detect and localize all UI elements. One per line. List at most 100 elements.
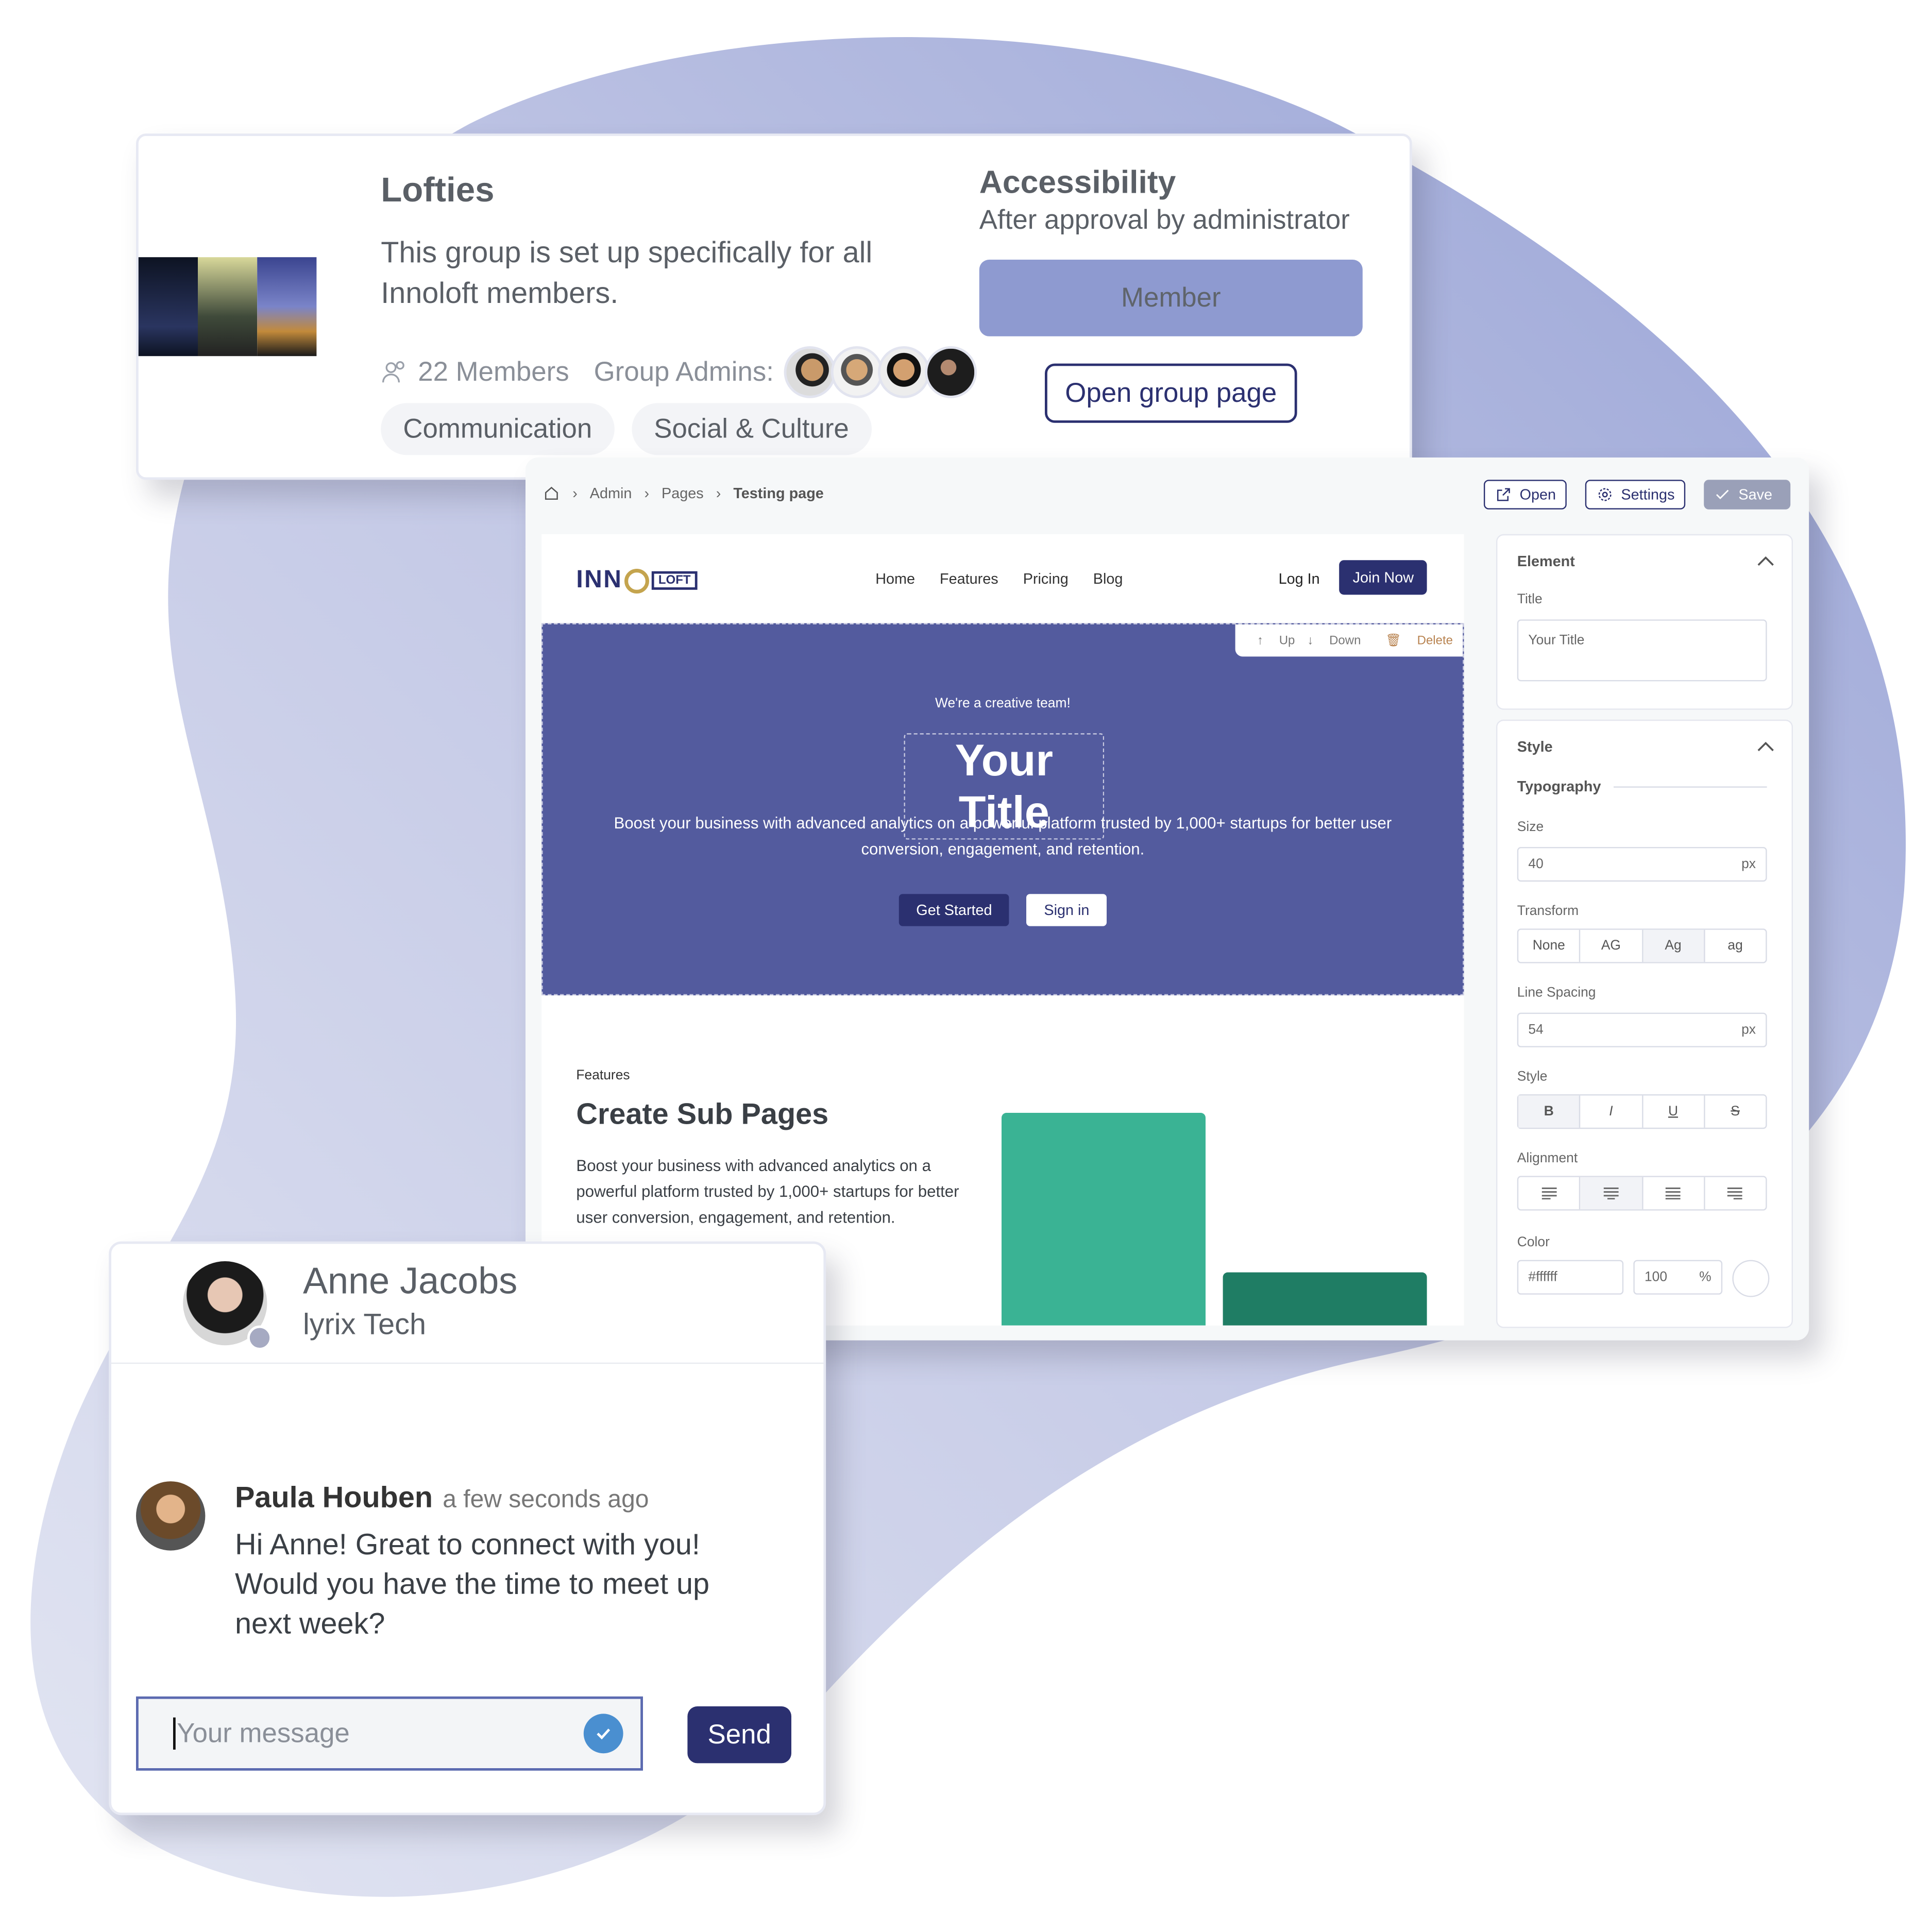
line-spacing-unit: px [1741, 1022, 1756, 1038]
member-button[interactable]: Member [979, 260, 1363, 336]
admin-avatar[interactable] [877, 346, 930, 398]
nav-home[interactable]: Home [875, 570, 915, 587]
gear-icon [1598, 488, 1612, 501]
element-header[interactable]: Element [1517, 553, 1575, 570]
send-button[interactable]: Send [687, 1706, 791, 1764]
transform-lowercase[interactable]: ag [1705, 930, 1766, 962]
check-icon [1716, 489, 1729, 499]
chevron-right-icon: › [644, 484, 650, 502]
style-header[interactable]: Style [1517, 738, 1553, 756]
nav-features[interactable]: Features [940, 570, 998, 587]
admin-avatar[interactable] [924, 346, 977, 398]
message-time: a few seconds ago [443, 1486, 649, 1514]
size-input[interactable]: 40 px [1517, 847, 1767, 882]
transform-capitalize[interactable]: Ag [1642, 929, 1705, 962]
color-hex-input[interactable]: #ffffff [1517, 1260, 1624, 1295]
chevron-up-icon[interactable] [1757, 555, 1774, 568]
nav-pricing[interactable]: Pricing [1023, 570, 1069, 587]
alignment-options [1517, 1176, 1767, 1211]
align-left-button[interactable] [1518, 1177, 1581, 1210]
message-avatar[interactable] [136, 1481, 206, 1551]
italic-button[interactable]: I [1581, 1095, 1643, 1128]
opacity-input[interactable]: 100 % [1633, 1260, 1723, 1295]
size-label: Size [1517, 820, 1544, 835]
transform-options: None AG Ag ag [1517, 928, 1767, 963]
opacity-unit: % [1699, 1269, 1711, 1285]
tag[interactable]: Social & Culture [632, 403, 872, 455]
divider [1614, 786, 1767, 788]
title-label: Title [1517, 592, 1543, 607]
login-link[interactable]: Log In [1279, 570, 1320, 587]
open-group-page-button[interactable]: Open group page [1045, 363, 1297, 423]
external-link-icon [1497, 488, 1510, 501]
message-input[interactable]: Your message [136, 1696, 643, 1771]
align-right-button[interactable] [1705, 1177, 1766, 1209]
save-button[interactable]: Save [1704, 480, 1791, 510]
hero-eyebrow: We're a creative team! [935, 696, 1071, 711]
tag[interactable]: Communication [381, 403, 615, 455]
admin-avatar[interactable] [784, 346, 836, 398]
transform-none[interactable]: None [1518, 929, 1581, 962]
accessibility-title: Accessibility [979, 163, 1176, 200]
site-nav: INN LOFT Home Features Pricing Blog Log … [541, 534, 1464, 623]
breadcrumb-current: Testing page [733, 484, 824, 502]
element-panel: Element Title Your Title [1496, 534, 1793, 710]
members-count-label: 22 Members [418, 356, 569, 387]
style-label: Style [1517, 1070, 1548, 1084]
color-swatch[interactable] [1732, 1260, 1770, 1297]
hero-buttons: Get Started Sign in [543, 894, 1463, 926]
logo-text-left: INN [576, 566, 623, 594]
admin-avatar[interactable] [831, 346, 883, 398]
transform-label: Transform [1517, 904, 1579, 919]
nav-links: Home Features Pricing Blog [875, 570, 1147, 587]
chevron-right-icon: › [716, 484, 721, 502]
check-icon [583, 1714, 623, 1754]
members-count: 22 Members [381, 356, 569, 388]
settings-button[interactable]: Settings [1585, 480, 1686, 510]
breadcrumb-pages[interactable]: Pages [662, 485, 704, 502]
title-input[interactable]: Your Title [1517, 619, 1767, 682]
feature-bar-1 [1002, 1113, 1206, 1326]
join-now-button[interactable]: Join Now [1339, 560, 1428, 595]
move-down-button[interactable]: ↓ Down [1307, 634, 1361, 647]
group-title: Lofties [381, 171, 495, 209]
breadcrumb: › Admin › Pages › Testing page [543, 485, 836, 502]
page-editor: › Admin › Pages › Testing page Open Sett… [526, 457, 1809, 1341]
logo-text-right: LOFT [652, 571, 697, 590]
accessibility-value: After approval by administrator [979, 204, 1350, 235]
hero-description: Boost your business with advanced analyt… [614, 814, 1392, 858]
admin-avatars [784, 346, 977, 398]
innoloft-logo[interactable]: INN LOFT [576, 566, 697, 595]
align-center-button[interactable] [1580, 1177, 1643, 1210]
group-tags: Communication Social & Culture [381, 403, 888, 455]
users-icon [382, 361, 404, 383]
hero-section[interactable]: ↑ Up ↓ Down 🗑 Delete We're a creative te… [541, 623, 1464, 996]
settings-label: Settings [1621, 486, 1675, 503]
message-placeholder: Your message [173, 1717, 350, 1750]
group-admins-label: Group Admins: [594, 356, 774, 387]
group-meta: 22 Members Group Admins: [381, 346, 977, 398]
align-justify-button[interactable] [1642, 1177, 1705, 1210]
move-up-button[interactable]: ↑ Up [1257, 634, 1295, 647]
strikethrough-button[interactable]: S [1705, 1095, 1766, 1127]
chevron-up-icon[interactable] [1757, 741, 1774, 753]
open-button[interactable]: Open [1484, 480, 1567, 510]
home-icon[interactable] [543, 485, 561, 502]
delete-button[interactable]: 🗑 Delete [1373, 634, 1453, 647]
open-label: Open [1519, 486, 1556, 503]
get-started-button[interactable]: Get Started [899, 894, 1010, 926]
transform-uppercase[interactable]: AG [1581, 929, 1643, 962]
line-spacing-input[interactable]: 54 px [1517, 1012, 1767, 1047]
message-text: Hi Anne! Great to connect with you! Woul… [235, 1528, 710, 1641]
bold-button[interactable]: B [1518, 1095, 1581, 1128]
features-eyebrow: Features [576, 1068, 630, 1083]
power-icon [625, 568, 650, 593]
nav-blog[interactable]: Blog [1093, 570, 1123, 587]
chat-window: Anne Jacobs lyrix Tech Paula Houben a fe… [109, 1241, 826, 1816]
delete-label: Delete [1417, 634, 1453, 648]
underline-button[interactable]: U [1642, 1095, 1705, 1128]
line-spacing-label: Line Spacing [1517, 985, 1596, 1001]
breadcrumb-admin[interactable]: Admin [590, 485, 632, 502]
style-panel: Style Typography Size 40 px Transform No… [1496, 719, 1793, 1328]
sign-in-button[interactable]: Sign in [1026, 894, 1107, 926]
